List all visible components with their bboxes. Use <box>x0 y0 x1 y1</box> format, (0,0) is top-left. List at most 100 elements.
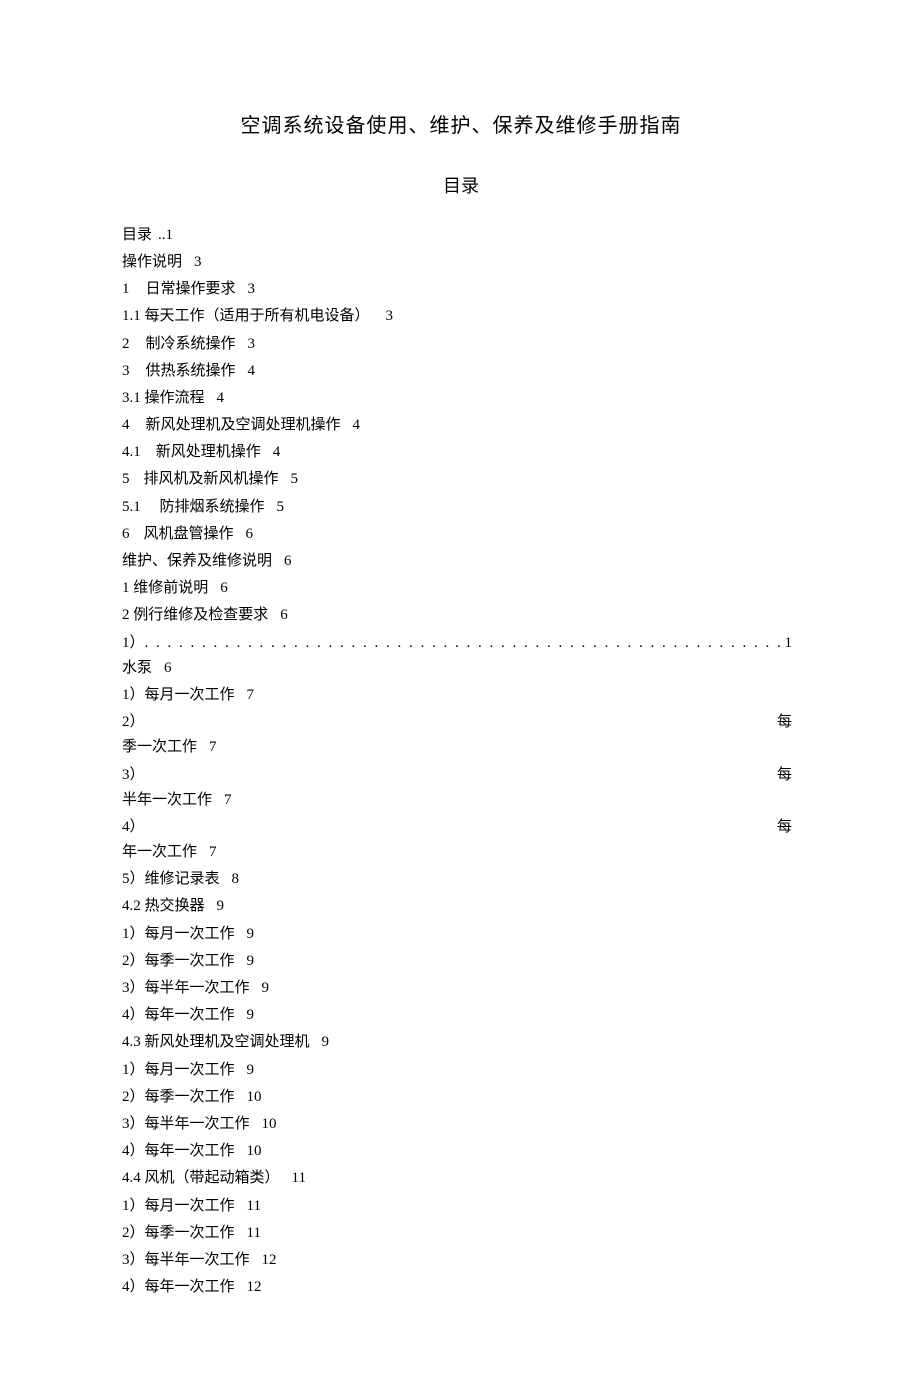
toc-entry: 4）每年一次工作9 <box>122 1003 800 1027</box>
toc-entry: 3）每半年一次工作12 <box>122 1248 800 1272</box>
toc-entry-page: 10 <box>247 1143 262 1159</box>
toc-entry-right: 每 <box>777 763 792 787</box>
toc-entry-text: 1）每月一次工作 <box>122 1198 235 1214</box>
toc-entry: 4.4 风机（带起动箱类） 11 <box>122 1166 800 1190</box>
toc-entry: 1.1 每天工作（适用于所有机电设备） 3 <box>122 304 800 328</box>
toc-entry-page: 6 <box>220 580 228 596</box>
toc-entry-text: 4.1 新风处理机操作 <box>122 444 261 460</box>
toc-entry-page: 6 <box>164 660 172 676</box>
toc-entry-text: 3.1 操作流程 <box>122 390 205 406</box>
toc-entry: 2）每季一次工作 9 <box>122 949 800 973</box>
toc-entry: 4.1 新风处理机操作4 <box>122 440 800 464</box>
toc-entry-page: 10 <box>262 1116 277 1132</box>
toc-entry: 1）. . . . . . . . . . . . . . . . . . . … <box>122 631 800 655</box>
document-title: 空调系统设备使用、维护、保养及维修手册指南 <box>122 110 800 142</box>
toc-entry: 4）每 <box>122 815 800 839</box>
document-page: 空调系统设备使用、维护、保养及维修手册指南 目录 目录 ..1 操作说明 3 1 日常操作… <box>0 0 920 1382</box>
toc-entry-text: 3）每半年一次工作 <box>122 980 250 996</box>
toc-entry-page: 9 <box>217 898 225 914</box>
toc-entry-text: 操作说明 <box>122 254 182 270</box>
toc-entry-number: 4 <box>122 413 130 437</box>
toc-entry-page: 9 <box>247 1062 255 1078</box>
toc-entry: 水泵6 <box>122 656 800 680</box>
toc-entry: 1）每月一次工作 9 <box>122 1058 800 1082</box>
toc-entry-page: 1 <box>785 631 793 655</box>
toc-entry: 3）每半年一次工作9 <box>122 976 800 1000</box>
toc-entry-page: 9 <box>247 926 255 942</box>
toc-entry: 4）每年一次工作 10 <box>122 1139 800 1163</box>
toc-entry-page: 7 <box>247 687 255 703</box>
toc-entry-text: 3）每半年一次工作 <box>122 1116 250 1132</box>
toc-entry-text: 维护、保养及维修说明 <box>122 553 272 569</box>
toc-entry-page: 7 <box>209 739 217 755</box>
toc-entry-text: 1.1 每天工作（适用于所有机电设备） <box>122 308 370 324</box>
toc-entry: 3.1 操作流程 4 <box>122 386 800 410</box>
toc-entry: 2） 每 <box>122 710 800 734</box>
toc-entry-text: 日常操作要求 <box>146 281 236 297</box>
toc-entry-text: 2） <box>122 710 145 734</box>
toc-entry: 3）每半年一次工作 10 <box>122 1112 800 1136</box>
toc-entry-page: 12 <box>262 1252 277 1268</box>
toc-entry-text: 2）每季一次工作 <box>122 1225 235 1241</box>
toc-entry-page: 8 <box>232 871 240 887</box>
toc-entry: 3） 每 <box>122 763 800 787</box>
toc-entry-text: 4.2 热交换器 <box>122 898 205 914</box>
toc-entry-text: 2）每季一次工作 <box>122 953 235 969</box>
toc-entry-page: 7 <box>209 844 217 860</box>
toc-entry-page: 9 <box>247 953 255 969</box>
toc-entry: 5）维修记录表 8 <box>122 867 800 891</box>
toc-entry-text: 1）每月一次工作 <box>122 687 235 703</box>
toc-entry-page: 11 <box>247 1225 261 1241</box>
toc-entry-page: 5 <box>291 471 299 487</box>
toc-entry-text: 4） <box>122 815 145 839</box>
toc-dotted-row: 1）. . . . . . . . . . . . . . . . . . . … <box>122 631 792 655</box>
toc-entry-page: 4 <box>248 363 256 379</box>
toc-entry-page: 6 <box>280 607 288 623</box>
toc-entry: 操作说明 3 <box>122 250 800 274</box>
toc-entry-text: 1）每月一次工作 <box>122 926 235 942</box>
toc-entry-text: 4.4 风机（带起动箱类） <box>122 1170 280 1186</box>
toc-entry-right: 每 <box>777 710 792 734</box>
toc-entry-text: 2）每季一次工作 <box>122 1089 235 1105</box>
toc-entry: 1）每月一次工作 9 <box>122 922 800 946</box>
toc-split-row: 2） 每 <box>122 710 792 734</box>
toc-entry-page: 9 <box>247 1007 255 1023</box>
toc-entry-text: 排风机及新风机操作 <box>144 471 279 487</box>
table-of-contents: 目录..1操作说明31日常操作要求31.1 每天工作（适用于所有机电设备）32制… <box>122 223 800 1299</box>
toc-entry-page: 3 <box>248 281 256 297</box>
toc-entry-page: 6 <box>246 526 254 542</box>
toc-entry-number: 6 <box>122 522 130 546</box>
dot-leader: . . . . . . . . . . . . . . . . . . . . … <box>145 631 785 655</box>
toc-entry-lead: 1） <box>122 631 145 655</box>
toc-entry-number: 3 <box>122 359 130 383</box>
toc-entry-text: 制冷系统操作 <box>146 336 236 352</box>
toc-entry-text: 4）每年一次工作 <box>122 1143 235 1159</box>
toc-entry-page: 3 <box>386 308 394 324</box>
toc-entry-page: 9 <box>322 1034 330 1050</box>
toc-entry-text: 新风处理机及空调处理机操作 <box>146 417 341 433</box>
toc-entry-page: 4 <box>217 390 225 406</box>
toc-entry-text: 半年一次工作 <box>122 792 212 808</box>
toc-entry-page: 12 <box>247 1279 262 1295</box>
toc-entry: 6 风机盘管操作 6 <box>122 522 800 546</box>
toc-entry-page: ..1 <box>158 227 173 243</box>
toc-entry-text: 1）每月一次工作 <box>122 1062 235 1078</box>
toc-entry-text: 3） <box>122 763 145 787</box>
toc-entry: 年一次工作7 <box>122 840 800 864</box>
toc-entry-page: 3 <box>248 336 256 352</box>
toc-entry-page: 10 <box>247 1089 262 1105</box>
toc-entry-number: 5 <box>122 467 130 491</box>
toc-entry: 1）每月一次工作11 <box>122 1194 800 1218</box>
toc-entry-page: 11 <box>292 1170 306 1186</box>
toc-entry-text: 目录 <box>122 227 152 243</box>
toc-entry: 5.1 防排烟系统操作5 <box>122 495 800 519</box>
toc-entry-page: 3 <box>194 254 202 270</box>
toc-split-row: 3） 每 <box>122 763 792 787</box>
toc-entry: 2）每季一次工作 11 <box>122 1221 800 1245</box>
toc-entry-text: 5）维修记录表 <box>122 871 220 887</box>
toc-heading: 目录 <box>122 172 800 201</box>
toc-entry: 5 排风机及新风机操作 5 <box>122 467 800 491</box>
toc-entry-page: 6 <box>284 553 292 569</box>
toc-entry-text: 风机盘管操作 <box>144 526 234 542</box>
toc-entry: 4.2 热交换器 9 <box>122 894 800 918</box>
